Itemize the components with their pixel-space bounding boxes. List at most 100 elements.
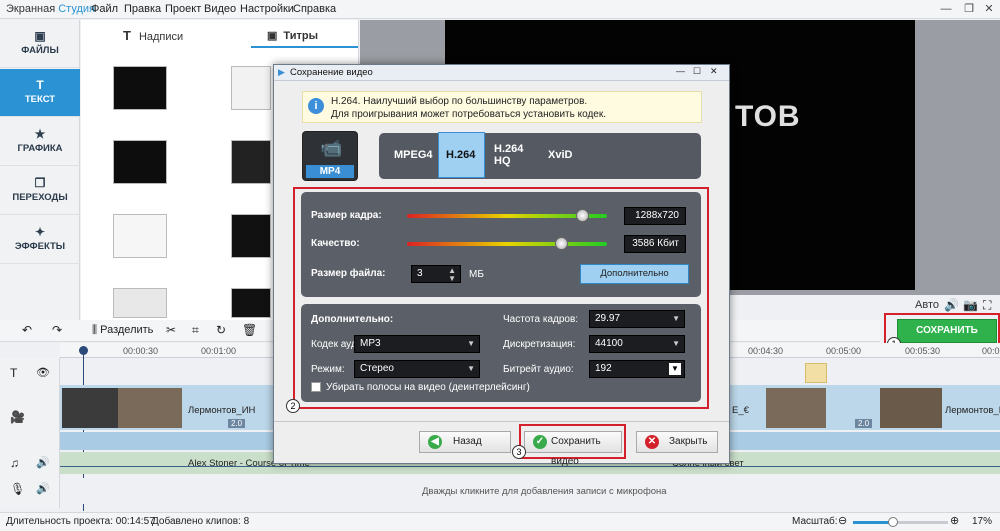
codec-info-box: H.264. Наилучший выбор по большинству па… <box>302 91 702 123</box>
clip-duration: 2.0 <box>228 419 246 428</box>
minimize-icon[interactable]: — <box>935 0 957 18</box>
title-thumbnail[interactable] <box>231 66 271 110</box>
ruler-tick: 00:04:30 <box>748 346 784 356</box>
callout-number: 2 <box>286 399 300 413</box>
split-icon: ⫼ <box>92 324 101 336</box>
title-thumbnail[interactable] <box>231 214 271 258</box>
redo-icon[interactable]: ↷ <box>52 323 62 337</box>
tab-titles[interactable]: ▣ Титры <box>267 26 318 46</box>
video-track-icon: 🎥 <box>10 410 25 424</box>
rotate-icon[interactable]: ↻ <box>216 323 226 337</box>
title-thumbnail[interactable] <box>113 288 167 318</box>
menu-help[interactable]: Справка <box>293 3 336 15</box>
save-video-main-button[interactable]: СОХРАНИТЬ ВИДЕО <box>897 319 997 358</box>
delete-icon[interactable]: 🗑 <box>242 323 257 337</box>
zoom-label: Масштаб: <box>792 516 838 527</box>
title-thumbnail[interactable] <box>231 140 271 184</box>
volume-line[interactable] <box>60 466 1000 467</box>
info-icon: i <box>308 98 324 114</box>
fullscreen-icon[interactable]: ⛶ <box>983 298 991 313</box>
clip-label: Лермонтов_ИН <box>188 405 256 416</box>
save-video-dialog: ▶ Сохранение видео — ☐ ✕ H.264. Наилучши… <box>273 64 730 467</box>
scissors-icon[interactable]: ✂ <box>166 323 176 337</box>
title-thumbnail[interactable] <box>231 288 271 318</box>
save-video-button[interactable]: ✓ Сохранить видео <box>524 431 622 467</box>
callout-frame <box>293 187 709 409</box>
zoom-knob[interactable] <box>888 517 898 527</box>
checkmark-icon: ✓ <box>533 435 547 449</box>
title-thumbnail[interactable] <box>113 66 167 110</box>
status-bar: Длительность проекта: 00:14:57 Добавлено… <box>0 512 1000 531</box>
volume-icon[interactable]: 🔊 <box>36 456 50 469</box>
app-icon: ▶ <box>278 67 285 77</box>
nav-files[interactable]: ▣ ФАЙЛЫ <box>0 20 80 68</box>
camera-icon[interactable]: 📷 <box>963 298 978 312</box>
menu-video[interactable]: Видео <box>204 3 236 15</box>
volume-icon[interactable]: 🔊 <box>36 482 50 495</box>
close-icon[interactable]: ✕ <box>710 66 718 77</box>
title-thumbnail[interactable] <box>113 214 167 258</box>
mic-hint: Дважды кликните для добавления записи с … <box>422 486 667 497</box>
info-line: H.264. Наилучший выбор по большинству па… <box>331 96 588 107</box>
back-button[interactable]: ◀ Назад <box>419 431 511 453</box>
clip-duration: 2.0 <box>855 419 873 428</box>
undo-icon[interactable]: ↶ <box>22 323 32 337</box>
clip-thumbnail <box>118 388 182 428</box>
music-icon: ♫ <box>10 456 19 470</box>
left-nav: ▣ ФАЙЛЫ T ТЕКСТ ★ ГРАФИКА ❐ ПЕРЕХОДЫ ✦ ЭФФЕКТ… <box>0 20 80 320</box>
callout-number: 3 <box>512 445 526 459</box>
info-line: Для проигрывания может потребоваться уст… <box>331 109 606 120</box>
text-track-icon: T <box>10 366 18 380</box>
nav-effects[interactable]: ✦ ЭФФЕКТЫ <box>0 216 80 264</box>
project-duration: Длительность проекта: 00:14:57 <box>6 516 155 527</box>
title-thumbnail[interactable] <box>113 140 167 184</box>
nav-graphics[interactable]: ★ ГРАФИКА <box>0 118 80 166</box>
film-icon: ▣ <box>267 30 278 42</box>
split-button[interactable]: ⫼ Разделить <box>92 324 153 337</box>
menu-file[interactable]: Файл <box>91 3 118 15</box>
menu-settings[interactable]: Настройки <box>240 3 294 15</box>
codec-xvid[interactable]: XviD <box>548 149 572 161</box>
auto-label[interactable]: Авто <box>915 299 939 311</box>
minimize-icon[interactable]: — <box>676 66 685 76</box>
zoom-in-icon[interactable]: ⊕ <box>950 514 959 527</box>
codec-h264[interactable]: H.264 <box>446 149 475 161</box>
clip-label: E_€ <box>732 405 749 416</box>
zoom-slider-fill <box>853 521 893 524</box>
camcorder-icon: 📹 <box>320 138 343 158</box>
clip-thumbnail <box>880 388 942 428</box>
clip-thumbnail <box>766 388 826 428</box>
crop-icon[interactable]: ⌗ <box>192 323 199 338</box>
nav-transitions[interactable]: ❐ ПЕРЕХОДЫ <box>0 167 80 215</box>
microphone-icon: 🎙 <box>10 482 26 496</box>
format-label: MP4 <box>306 165 354 178</box>
tab-captions[interactable]: T Надписи <box>123 26 183 46</box>
menu-project[interactable]: Проект <box>165 3 201 15</box>
clips-count: Добавлено клипов: 8 <box>152 516 250 527</box>
zoom-value: 17% <box>972 516 993 527</box>
zoom-out-icon[interactable]: ⊖ <box>838 514 847 527</box>
volume-icon[interactable]: 🔊 <box>944 298 959 312</box>
close-icon[interactable]: ✕ <box>978 0 1000 18</box>
menu-edit[interactable]: Правка <box>124 3 161 15</box>
image-icon: ▣ <box>34 29 46 43</box>
codec-mpeg4[interactable]: MPEG4 <box>394 149 433 161</box>
app-title: Экранная Студия <box>6 3 95 15</box>
text-icon: T <box>123 28 131 43</box>
close-button[interactable]: ✕ Закрыть <box>636 431 718 453</box>
track-headers: T 👁 🎥 ♫ 🔊 🎙 🔊 <box>0 358 60 508</box>
dialog-title-bar: ▶ Сохранение видео — ☐ ✕ <box>274 65 729 81</box>
close-icon: ✕ <box>645 435 659 449</box>
codec-h264-hq[interactable]: H.264 HQ <box>494 143 528 167</box>
clip-label: Лермонтов_ИН <box>945 405 1000 416</box>
playhead-handle[interactable] <box>79 346 88 355</box>
preview-text: ТОВ <box>735 100 801 133</box>
restore-icon[interactable]: ❐ <box>958 0 980 18</box>
nav-text[interactable]: T ТЕКСТ <box>0 69 80 117</box>
tab-underline <box>251 46 358 48</box>
title-bar: Экранная Студия Файл Правка Проект Видео… <box>0 0 1000 19</box>
eye-icon[interactable]: 👁 <box>36 366 50 379</box>
maximize-icon[interactable]: ☐ <box>693 66 701 77</box>
ruler-tick: 00:00:30 <box>123 346 159 356</box>
title-marker[interactable] <box>805 363 827 383</box>
